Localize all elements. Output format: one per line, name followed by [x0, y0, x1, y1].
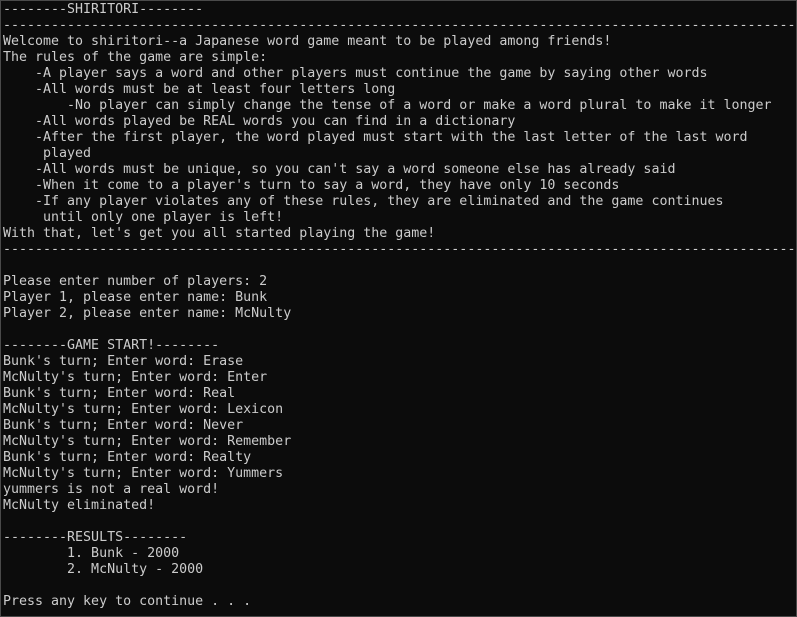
turn-line: Bunk's turn; Enter word: Erase	[3, 354, 244, 369]
start-message: With that, let's get you all started pla…	[3, 226, 436, 241]
rule-line: -All words played be REAL words you can …	[3, 114, 516, 129]
turn-line: McNulty's turn; Enter word: Remember	[3, 434, 292, 449]
turn-line: Bunk's turn; Enter word: Never	[3, 418, 244, 433]
rule-line: -After the first player, the word played…	[3, 130, 748, 145]
result-row: 2. McNulty - 2000	[3, 562, 204, 577]
result-row: 1. Bunk - 2000	[3, 546, 180, 561]
rule-subline: -No player can simply change the tense o…	[3, 98, 772, 113]
welcome-text: Welcome to shiritori--a Japanese word ga…	[3, 34, 612, 49]
turn-line: McNulty's turn; Enter word: Yummers	[3, 466, 284, 481]
rule-line-continuation: until only one player is left!	[3, 210, 284, 225]
console-window[interactable]: --------SHIRITORI-------- --------------…	[0, 0, 797, 617]
continue-prompt: Press any key to continue . . .	[3, 594, 252, 609]
rule-line: -All words must be unique, so you can't …	[3, 162, 676, 177]
turn-line: Bunk's turn; Enter word: Realty	[3, 450, 252, 465]
rules-heading: The rules of the game are simple:	[3, 50, 268, 65]
rule-line: -All words must be at least four letters…	[3, 82, 396, 97]
title-banner: --------SHIRITORI--------	[3, 2, 204, 17]
rule-line-continuation: played	[3, 146, 92, 161]
divider-line: ----------------------------------------…	[3, 18, 797, 33]
rule-line: -A player says a word and other players …	[3, 66, 708, 81]
turn-line: McNulty's turn; Enter word: Lexicon	[3, 402, 284, 417]
game-start-banner: --------GAME START!--------	[3, 338, 220, 353]
player-name-prompt: Player 2, please enter name: McNulty	[3, 306, 292, 321]
turn-line: Bunk's turn; Enter word: Real	[3, 386, 236, 401]
rule-line: -If any player violates any of these rul…	[3, 194, 724, 209]
player-name-prompt: Player 1, please enter name: Bunk	[3, 290, 268, 305]
player-count-prompt: Please enter number of players: 2	[3, 274, 268, 289]
error-message: yummers is not a real word!	[3, 482, 220, 497]
rule-line: -When it come to a player's turn to say …	[3, 178, 620, 193]
console-output: --------SHIRITORI-------- --------------…	[3, 2, 797, 610]
results-banner: --------RESULTS--------	[3, 530, 188, 545]
elimination-message: McNulty eliminated!	[3, 498, 156, 513]
divider-line: ----------------------------------------…	[3, 242, 797, 257]
turn-line: McNulty's turn; Enter word: Enter	[3, 370, 268, 385]
